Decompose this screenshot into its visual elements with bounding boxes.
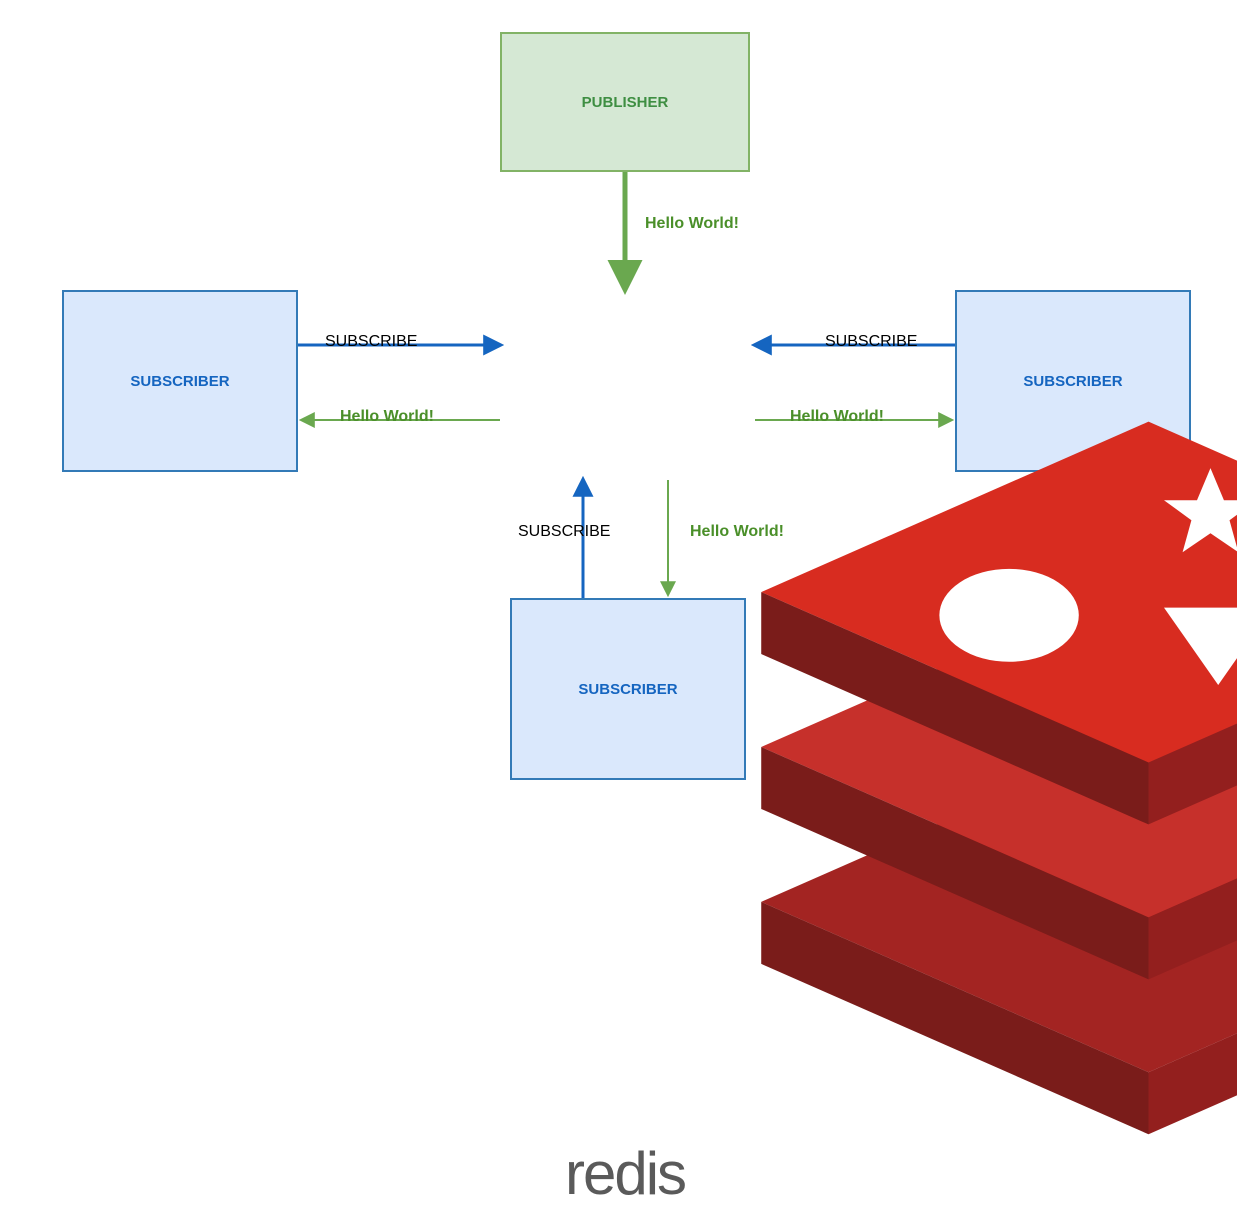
label-subscribe-bottom: SUBSCRIBE [518,523,610,541]
label-publish-msg: Hello World! [645,215,739,233]
subscriber-right-label: SUBSCRIBER [1023,373,1122,390]
label-msg-right: Hello World! [790,408,884,426]
subscriber-left-label: SUBSCRIBER [130,373,229,390]
label-msg-left: Hello World! [340,408,434,426]
redis-wordmark: redis [530,1139,720,1208]
label-msg-bottom: Hello World! [690,523,784,541]
publisher-box: PUBLISHER [500,32,750,172]
subscriber-left-box: SUBSCRIBER [62,290,298,472]
label-subscribe-right: SUBSCRIBE [825,333,917,351]
subscriber-right-box: SUBSCRIBER [955,290,1191,472]
publisher-label: PUBLISHER [582,94,669,111]
redis-node: redis [530,290,720,1208]
label-subscribe-left: SUBSCRIBE [325,333,417,351]
